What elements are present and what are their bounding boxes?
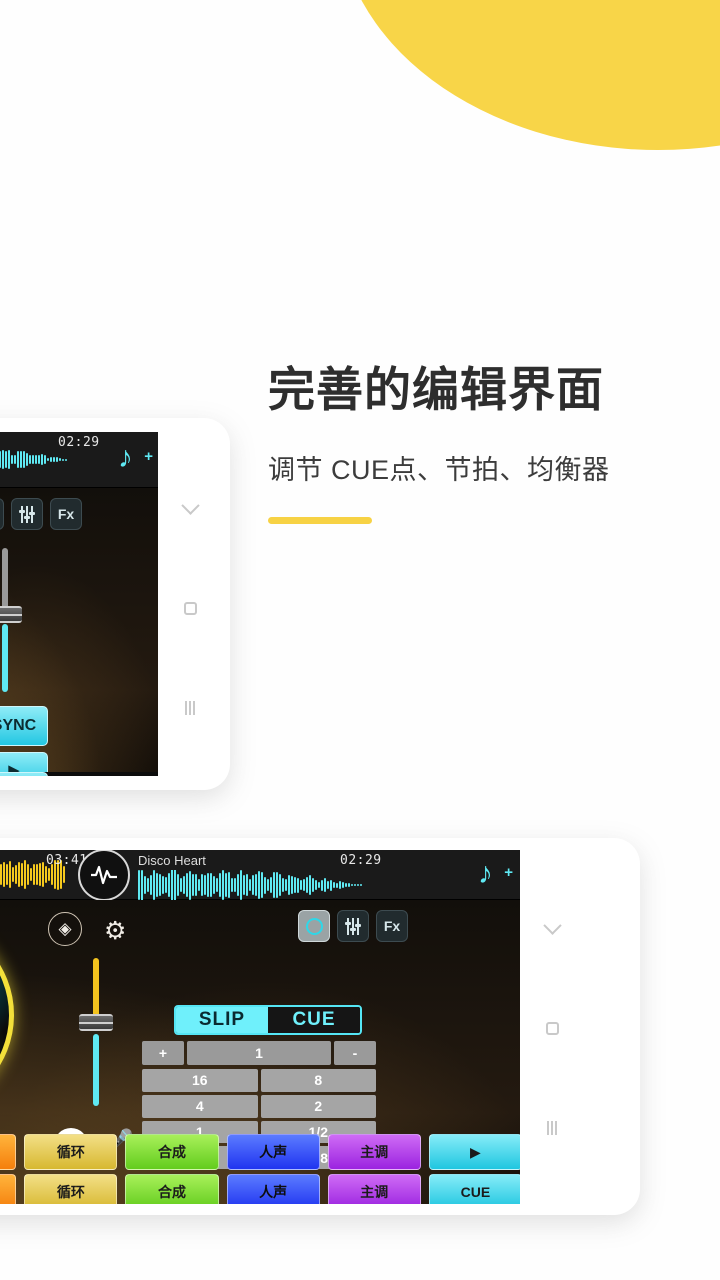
decorative-yellow-blob — [338, 0, 720, 150]
diamond-icon[interactable]: ◈ — [48, 912, 82, 946]
recents-lines-icon[interactable] — [543, 1119, 561, 1137]
waveform-strip-top[interactable]: 02:29 ♪ + — [0, 432, 158, 488]
crossfader-track-upper — [93, 958, 99, 1020]
page-subtitle: 调节 CUE点、节拍、均衡器 — [268, 454, 610, 485]
equalizer-icon — [345, 917, 361, 935]
app-screen-top: 02:29 ♪ + Fx YNC ▶ — [0, 432, 158, 776]
pad-2[interactable]: 鼓 — [0, 1174, 17, 1204]
beat-step-row[interactable]: + 1 - — [142, 1041, 376, 1065]
pulse-glyph — [91, 865, 117, 885]
loop-button[interactable] — [0, 498, 4, 530]
fader-track-lower — [2, 624, 8, 692]
tab-cue[interactable]: CUE — [268, 1007, 360, 1033]
crossfader[interactable] — [79, 958, 113, 1106]
step-value: 1 — [187, 1041, 331, 1065]
pad-4[interactable]: 合成 — [125, 1134, 219, 1170]
mode-tabs[interactable]: SLIP CUE — [174, 1005, 362, 1035]
android-navbar-top[interactable] — [160, 458, 220, 758]
sync-button[interactable]: SYNC — [0, 706, 48, 746]
pad-6[interactable]: 主调 — [327, 1134, 421, 1170]
square-home-icon[interactable] — [181, 599, 199, 617]
loop-button[interactable] — [298, 910, 330, 942]
page-title: 完善的编辑界面 — [268, 363, 604, 416]
fader-handle[interactable] — [0, 606, 22, 623]
beat-cell[interactable]: 8 — [260, 1069, 376, 1092]
pad-7[interactable]: CUE — [428, 1174, 520, 1204]
fx-button[interactable]: Fx — [50, 498, 82, 530]
beat-cell[interactable]: 16 — [142, 1069, 258, 1092]
deck-b-time: 02:29 — [340, 853, 382, 868]
pad-4[interactable]: 合成 — [125, 1174, 219, 1204]
accent-bar — [268, 516, 372, 524]
beat-cell[interactable]: 2 — [260, 1094, 376, 1118]
phone-mockup-bottom: 03:41 Disco Heart 02:29 ♪+ 126.59 — [0, 838, 640, 1215]
square-home-icon[interactable] — [543, 1019, 561, 1037]
fx-button[interactable]: Fx — [376, 910, 408, 942]
step-minus-button[interactable]: - — [334, 1041, 376, 1065]
pad-3[interactable]: 循环 — [24, 1174, 118, 1204]
tab-slip[interactable]: SLIP — [176, 1007, 268, 1033]
music-note-plus-icon[interactable]: ♪ + — [478, 858, 513, 894]
equalizer-icon — [19, 505, 35, 523]
pad-6[interactable]: 主调 — [327, 1174, 421, 1204]
eq-button[interactable] — [337, 910, 369, 942]
track-title: Disco Heart — [138, 853, 206, 868]
beat-cell[interactable]: 4 — [142, 1094, 258, 1118]
phone-mockup-top: 02:29 ♪ + Fx YNC ▶ — [0, 418, 230, 790]
pad-5[interactable]: 人声 — [226, 1174, 320, 1204]
app-screen-bottom: 03:41 Disco Heart 02:29 ♪+ 126.59 — [0, 850, 520, 1204]
recents-lines-icon[interactable] — [181, 699, 199, 717]
pad-row-1: 低音鼓循环合成人声主调▶ — [0, 1134, 520, 1170]
pad-7[interactable]: ▶ — [428, 1134, 520, 1170]
chevron-down-icon[interactable] — [542, 915, 562, 937]
fader-track-upper — [2, 548, 8, 614]
pad-row-2: 低音鼓循环合成人声主调CUE — [0, 1174, 520, 1204]
crossfader-handle[interactable] — [79, 1014, 113, 1031]
pad-2[interactable]: 鼓 — [0, 1134, 17, 1170]
gear-icon[interactable]: ⚙ — [104, 916, 126, 946]
cue-button-top[interactable]: CUE — [0, 772, 48, 776]
android-navbar-bottom[interactable] — [522, 878, 582, 1178]
deck-area-top: Fx SYNC 主调 ▶ — [0, 488, 158, 776]
pad-5[interactable]: 人声 — [226, 1134, 320, 1170]
waveform-pulse-icon[interactable] — [78, 850, 130, 901]
marketing-copy: 完善的编辑界面 调节 CUE点、节拍、均衡器 — [268, 363, 688, 524]
chevron-down-icon[interactable] — [180, 495, 200, 517]
deck-time-top: 02:29 — [58, 435, 100, 450]
crossfader-track-lower — [93, 1034, 99, 1106]
step-plus-button[interactable]: + — [142, 1041, 184, 1065]
waveform-deck-b-bottom[interactable] — [138, 870, 366, 900]
pad-3[interactable]: 循环 — [24, 1134, 118, 1170]
eq-button[interactable] — [11, 498, 43, 530]
promo-page: 完善的编辑界面 调节 CUE点、节拍、均衡器 02:29 ♪ + Fx YNC … — [0, 0, 720, 1280]
waveform-strip-bottom[interactable]: 03:41 Disco Heart 02:29 ♪ + — [0, 850, 520, 901]
music-note-plus-icon[interactable]: ♪ + — [118, 442, 153, 478]
tempo-fader-top[interactable] — [0, 548, 22, 692]
loop-icon — [305, 917, 323, 935]
